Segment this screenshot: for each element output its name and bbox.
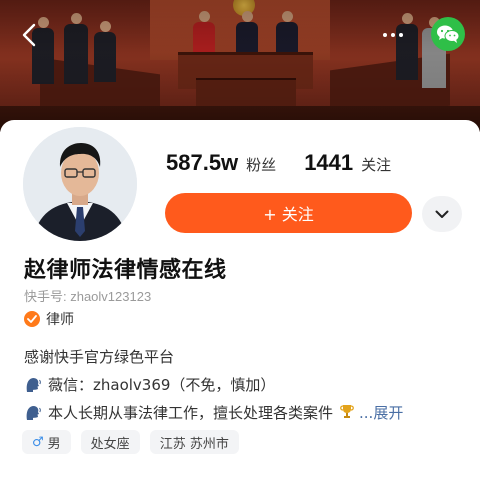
followers-label[interactable]: 粉丝 — [246, 154, 276, 175]
follow-button[interactable]: + 关注 — [165, 193, 412, 233]
banner-shade — [0, 0, 480, 132]
stats-row: 587.5w 粉丝 1441 关注 — [166, 150, 391, 180]
zodiac-tag[interactable]: 处女座 — [80, 430, 140, 454]
more-dots-icon — [383, 33, 387, 37]
chevron-left-icon — [22, 23, 36, 47]
wechat-share-button[interactable] — [431, 17, 465, 51]
following-label[interactable]: 关注 — [361, 154, 391, 175]
trophy-icon — [339, 403, 355, 423]
followers-count[interactable]: 587.5w — [166, 150, 238, 176]
male-icon: ♂ — [32, 434, 44, 450]
verified-badge[interactable]: 律师 — [24, 309, 74, 329]
gender-tag[interactable]: ♂ 男 — [22, 430, 71, 454]
avatar[interactable] — [20, 124, 140, 244]
speaking-head-icon — [24, 376, 42, 394]
more-button[interactable] — [376, 22, 410, 48]
chevron-down-icon — [435, 210, 449, 218]
bio-line: 本人长期从事法律工作，擅长处理各类案件 ...展开 — [24, 402, 403, 423]
verified-check-icon — [24, 311, 40, 327]
recommend-dropdown-button[interactable] — [422, 196, 462, 232]
location-tag[interactable]: 江苏 苏州市 — [149, 430, 239, 454]
profile-tags: ♂ 男 处女座 江苏 苏州市 — [22, 430, 239, 454]
bio-text: 本人长期从事法律工作，擅长处理各类案件 — [48, 404, 334, 422]
expand-bio-link[interactable]: ...展开 — [359, 402, 403, 423]
cover-photo — [0, 0, 480, 132]
following-count[interactable]: 1441 — [304, 150, 353, 176]
back-button[interactable] — [16, 18, 42, 52]
more-dot — [399, 33, 403, 37]
profile-name: 赵律师法律情感在线 — [24, 258, 227, 283]
profile-card: 587.5w 粉丝 1441 关注 + 关注 赵律师法律情感在线 快手号: zh… — [0, 120, 480, 480]
bio-text: 薇信：zhaolv369（不免，慎加） — [48, 376, 276, 394]
kuaishou-id[interactable]: 快手号: zhaolv123123 — [24, 286, 151, 305]
bio-text: 感谢快手官方绿色平台 — [24, 348, 175, 366]
more-dot — [391, 33, 395, 37]
bio-line: 感谢快手官方绿色平台 — [24, 346, 174, 367]
bio-line: 薇信：zhaolv369（不免，慎加） — [24, 374, 275, 395]
avatar-portrait — [23, 127, 137, 241]
speaking-head-icon — [24, 404, 42, 422]
gender-text: 男 — [47, 436, 61, 452]
wechat-icon — [437, 25, 460, 43]
verified-label: 律师 — [46, 312, 74, 328]
